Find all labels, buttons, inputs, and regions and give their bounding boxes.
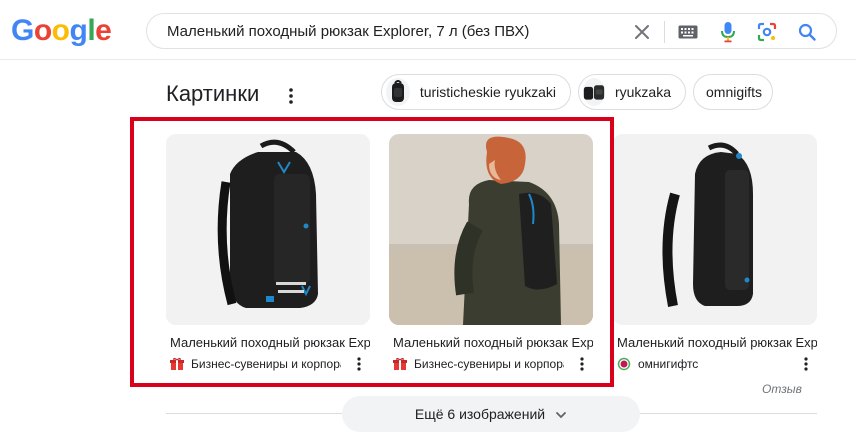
logo-letter-e: e xyxy=(95,14,112,47)
image-card-title[interactable]: Маленький походный рюкзак Explorer, 7 л xyxy=(170,335,370,350)
more-images-label: Ещё 6 изображений xyxy=(414,406,546,422)
backpack-thumb-icon xyxy=(386,78,410,106)
header: Google Маленький походный рюкзак Explore… xyxy=(0,0,856,60)
search-icon[interactable] xyxy=(796,21,818,43)
backpack-side-image[interactable] xyxy=(613,134,817,325)
image-card-title[interactable]: Маленький походный рюкзак Explorer, 7 л xyxy=(393,335,593,350)
logo-letter-o1: o xyxy=(33,14,52,47)
ring-favicon-icon xyxy=(617,357,631,371)
image-card[interactable]: Маленький походный рюкзак Explorer, 7 л … xyxy=(389,134,593,371)
chip-label: turisticheskie ryukzaki xyxy=(419,84,556,100)
image-card[interactable]: Маленький походный рюкзак Explorer, 7 л … xyxy=(166,134,370,371)
search-box[interactable]: Маленький походный рюкзак Explorer, 7 л … xyxy=(146,13,837,49)
chip-label: ryukzaka xyxy=(614,84,671,100)
search-input[interactable]: Маленький походный рюкзак Explorer, 7 л … xyxy=(167,23,529,40)
more-vert-icon[interactable] xyxy=(354,356,364,372)
logo-letter-g: G xyxy=(11,14,34,47)
lens-icon[interactable] xyxy=(756,21,778,43)
mic-icon[interactable] xyxy=(717,21,739,43)
chip-turisticheskie-ryukzaki[interactable]: turisticheskie ryukzaki xyxy=(381,74,571,110)
close-icon[interactable] xyxy=(631,21,653,43)
image-card-source[interactable]: Бизнес-сувениры и корпоративные подарки xyxy=(170,356,370,372)
more-images-button[interactable]: Ещё 6 изображений xyxy=(342,396,640,432)
more-vert-icon[interactable] xyxy=(282,86,300,106)
chip-ryukzaka[interactable]: ryukzaka xyxy=(578,74,686,110)
source-name: Бизнес-сувениры и корпоративные подарки xyxy=(414,357,564,371)
image-card-source[interactable]: Бизнес-сувениры и корпоративные подарки xyxy=(393,356,593,372)
gift-favicon-icon xyxy=(170,357,184,371)
chip-label: omnigifts xyxy=(706,84,763,100)
gift-favicon-icon xyxy=(393,357,407,371)
backpack-image[interactable] xyxy=(166,134,370,325)
logo-letter-g2: g xyxy=(69,14,88,47)
chevron-down-icon xyxy=(555,408,567,420)
google-logo[interactable]: Google xyxy=(11,14,112,48)
search-divider xyxy=(664,21,665,43)
images-section-title: Картинки xyxy=(166,81,260,106)
feedback-link[interactable]: Отзыв xyxy=(762,382,802,396)
more-vert-icon[interactable] xyxy=(577,356,587,372)
source-name: Бизнес-сувениры и корпоративные подарки xyxy=(191,357,341,371)
logo-letter-o2: o xyxy=(51,14,70,47)
woman-with-backpack-image[interactable] xyxy=(389,134,593,325)
chip-omnigifts[interactable]: omnigifts xyxy=(693,74,773,110)
image-card-title[interactable]: Маленький походный рюкзак Explorer, 7 л xyxy=(617,335,817,350)
logo-letter-l: l xyxy=(87,14,96,47)
image-card-source[interactable]: омнигифтс xyxy=(617,356,817,372)
source-name: омнигифтс xyxy=(638,357,699,371)
keyboard-icon[interactable] xyxy=(677,21,699,43)
image-card[interactable]: Маленький походный рюкзак Explorer, 7 л … xyxy=(613,134,817,371)
more-vert-icon[interactable] xyxy=(801,356,811,372)
backpacks-thumb-icon xyxy=(583,78,605,106)
